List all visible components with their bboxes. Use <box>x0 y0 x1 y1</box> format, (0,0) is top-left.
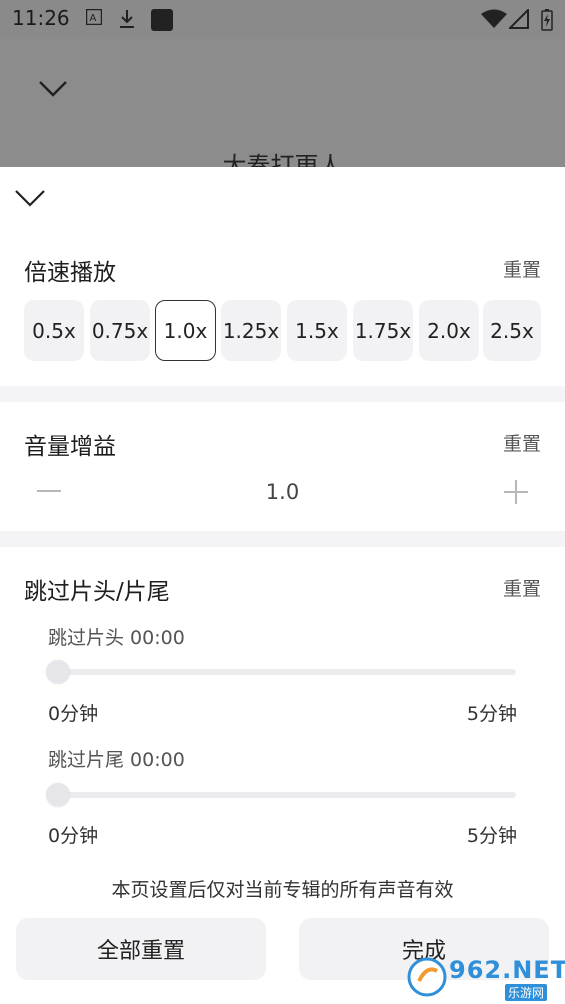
speed-option-2.0x[interactable]: 2.0x <box>419 300 479 361</box>
settings-notice: 本页设置后仅对当前专辑的所有声音有效 <box>111 879 454 901</box>
skip-intro-max: 5分钟 <box>466 703 517 725</box>
signal-icon <box>509 9 529 29</box>
speed-reset-button[interactable]: 重置 <box>503 255 541 282</box>
skip-intro-min: 0分钟 <box>48 703 99 725</box>
volume-section-title: 音量增益 <box>24 434 116 460</box>
skip-intro-label: 跳过片头 00:00 <box>48 627 185 649</box>
skip-intro-slider-thumb[interactable] <box>46 660 70 684</box>
speed-option-1.75x[interactable]: 1.75x <box>353 300 413 361</box>
watermark-badge-icon <box>407 957 447 997</box>
speed-option-2.5x[interactable]: 2.5x <box>483 300 541 361</box>
volume-value: 1.0 <box>265 480 300 504</box>
square-icon <box>151 9 173 31</box>
plus-icon[interactable] <box>503 479 529 505</box>
download-icon <box>120 10 134 28</box>
skip-intro-slider[interactable] <box>46 660 516 684</box>
svg-text:A: A <box>90 13 97 24</box>
reset-all-button[interactable]: 全部重置 <box>16 918 266 980</box>
a-box-icon: A <box>86 9 102 25</box>
watermark-logo: 962.NET 乐游网 <box>407 954 565 1001</box>
speed-option-1.0x[interactable]: 1.0x <box>155 300 216 361</box>
watermark-sub: 乐游网 <box>505 984 548 1001</box>
section-divider <box>0 531 565 547</box>
speed-option-0.5x[interactable]: 0.5x <box>24 300 84 361</box>
status-time: 11:26 <box>12 6 70 30</box>
speed-option-1.5x[interactable]: 1.5x <box>287 300 347 361</box>
skip-outro-slider[interactable] <box>46 783 516 807</box>
speed-option-1.25x[interactable]: 1.25x <box>221 300 281 361</box>
close-sheet-chevron-icon[interactable] <box>14 187 46 209</box>
player-backdrop[interactable]: 大奏打更人 <box>0 38 565 168</box>
status-bar: 11:26 A <box>0 0 565 38</box>
section-divider <box>0 386 565 402</box>
wifi-icon <box>481 9 507 28</box>
skip-outro-slider-thumb[interactable] <box>46 783 70 807</box>
speed-section-title: 倍速播放 <box>24 260 116 286</box>
volume-reset-button[interactable]: 重置 <box>503 429 541 456</box>
skip-reset-button[interactable]: 重置 <box>503 574 541 601</box>
player-title: 大奏打更人 <box>222 152 343 168</box>
settings-sheet: 倍速播放 重置 0.5x 0.75x 1.0x 1.25x 1.5x 1.75x… <box>0 167 565 1004</box>
skip-outro-min: 0分钟 <box>48 825 99 847</box>
skip-outro-max: 5分钟 <box>466 825 517 847</box>
speed-option-0.75x[interactable]: 0.75x <box>90 300 150 361</box>
collapse-player-icon[interactable] <box>38 80 68 98</box>
skip-section-title: 跳过片头/片尾 <box>24 579 170 605</box>
watermark-brand: 962.NET <box>449 956 565 984</box>
battery-charging-icon <box>541 9 553 31</box>
skip-outro-label: 跳过片尾 00:00 <box>48 749 185 771</box>
